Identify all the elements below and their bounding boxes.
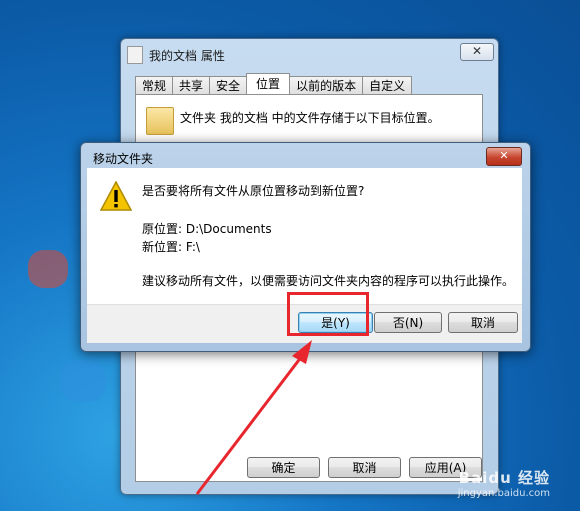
dialog-close-button[interactable]: ✕ <box>486 147 522 166</box>
close-icon: ✕ <box>499 149 509 162</box>
properties-close-button[interactable]: ✕ <box>460 43 494 61</box>
tab-general[interactable]: 常规 <box>135 76 174 95</box>
new-location: 新位置: F:\ <box>142 240 200 254</box>
dialog-content: 是否要将所有文件从原位置移动到新位置? 原位置: D:\Documents 新位… <box>87 168 522 304</box>
no-button[interactable]: 否(N) <box>374 312 442 333</box>
warning-icon <box>100 181 132 211</box>
watermark-url: jingyan.baidu.com <box>457 488 550 499</box>
desktop-logo-blue <box>60 360 106 402</box>
original-location: 原位置: D:\Documents <box>142 222 272 236</box>
properties-button-row: 确定 取消 应用(A) <box>247 457 482 478</box>
tab-customize[interactable]: 自定义 <box>362 76 413 95</box>
close-icon: ✕ <box>471 44 483 58</box>
properties-title: 我的文档 属性 <box>149 48 225 63</box>
watermark-logo: Baidu 经验 <box>458 469 550 487</box>
location-description: 文件夹 我的文档 中的文件存储于以下目标位置。 <box>180 111 440 125</box>
dialog-title: 移动文件夹 <box>93 152 154 166</box>
tab-location[interactable]: 位置 <box>246 73 291 95</box>
dialog-cancel-button[interactable]: 取消 <box>448 312 518 333</box>
tab-security[interactable]: 安全 <box>209 76 248 95</box>
ok-button[interactable]: 确定 <box>247 457 320 478</box>
desktop-logo-red <box>28 250 68 288</box>
yes-button-highlight <box>287 292 369 336</box>
baidu-watermark: Baidu 经验 jingyan.baidu.com <box>458 467 550 499</box>
folder-icon <box>146 107 174 135</box>
dialog-advice: 建议移动所有文件，以便需要访问文件夹内容的程序可以执行此操作。 <box>142 274 515 288</box>
document-icon <box>127 46 143 64</box>
properties-titlebar: 我的文档 属性 <box>127 43 492 67</box>
dialog-question: 是否要将所有文件从原位置移动到新位置? <box>142 184 365 198</box>
properties-cancel-button[interactable]: 取消 <box>328 457 401 478</box>
tab-sharing[interactable]: 共享 <box>172 76 211 95</box>
tab-previous-versions[interactable]: 以前的版本 <box>289 76 364 95</box>
properties-tabs: 常规 共享 安全 位置 以前的版本 自定义 <box>135 73 488 95</box>
